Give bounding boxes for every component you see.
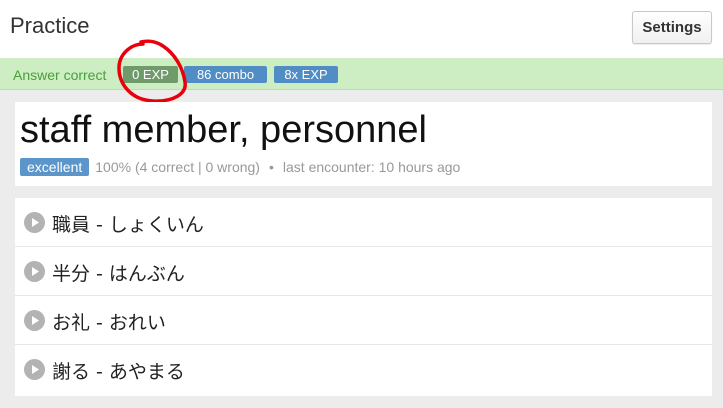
answer-status-text: Answer correct [13, 67, 107, 83]
reading-item[interactable]: 謝る - あやまる [15, 345, 712, 394]
rating-badge: excellent [20, 158, 90, 176]
play-icon[interactable] [24, 310, 45, 331]
reading-item[interactable]: お礼 - おれい [15, 296, 712, 345]
exp-multiplier-badge: 8x EXP [274, 66, 338, 83]
word-meta: excellent 100% (4 correct | 0 wrong) • l… [20, 158, 460, 176]
play-icon[interactable] [24, 359, 45, 380]
play-icon[interactable] [24, 212, 45, 233]
reading-item[interactable]: 職員 - しょくいん [15, 198, 712, 247]
reading-text: 半分 - はんぶん [52, 263, 185, 285]
red-circle-annotation [117, 39, 187, 103]
reading-item[interactable]: 半分 - はんぶん [15, 247, 712, 296]
accuracy-stats: 100% (4 correct | 0 wrong) [95, 159, 260, 175]
meta-separator: • [268, 159, 274, 175]
reading-text: 職員 - しょくいん [52, 214, 204, 236]
word-meaning: staff member, personnel [20, 109, 427, 151]
page-title: Practice [10, 13, 90, 38]
reading-text: 謝る - あやまる [52, 361, 185, 383]
settings-button[interactable]: Settings [632, 11, 712, 44]
top-bar: Practice Settings [0, 0, 723, 58]
answer-status-bar: Answer correct 0 EXP 86 combo 8x EXP [0, 58, 723, 90]
play-icon[interactable] [24, 261, 45, 282]
combo-badge: 86 combo [184, 66, 267, 83]
readings-list: 職員 - しょくいん 半分 - はんぶん お礼 - おれい 謝る - あやまる [15, 198, 712, 396]
reading-text: お礼 - おれい [52, 312, 166, 334]
last-encounter: last encounter: 10 hours ago [282, 159, 461, 175]
word-card: staff member, personnel excellent 100% (… [15, 102, 712, 186]
